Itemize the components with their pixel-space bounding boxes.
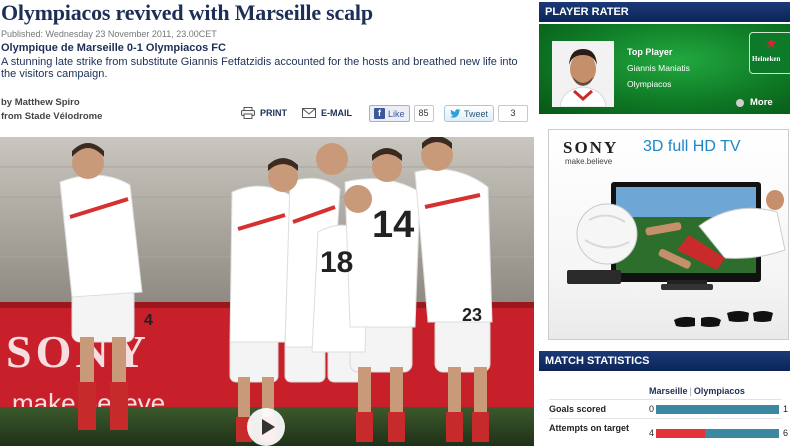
player-rater-panel[interactable]: Top Player Giannis Maniatis Olympiacos ★…	[539, 24, 790, 114]
twitter-bird-icon	[450, 109, 461, 118]
print-label: PRINT	[260, 108, 287, 118]
shirt-number: 4	[144, 312, 153, 329]
star-icon: ★	[765, 35, 778, 51]
stats-team-names: Marseille | Olympiacos	[649, 386, 745, 396]
match-statistics-panel: Marseille | Olympiacos Goals scored 0 1 At…	[539, 373, 790, 446]
email-label: E-MAIL	[321, 108, 352, 118]
facebook-like: f Like 85	[369, 105, 434, 122]
article-standfirst: A stunning late strike from substitute G…	[1, 56, 518, 80]
tweet-label: Tweet	[464, 108, 489, 119]
published-date: Published: Wednesday 23 November 2011, 2…	[1, 29, 217, 39]
stat-bar-away	[705, 429, 779, 438]
facebook-icon: f	[374, 108, 385, 119]
twitter-share: Tweet 3	[444, 105, 529, 122]
away-team-name: Olympiacos	[693, 386, 745, 396]
printer-icon	[241, 107, 255, 119]
home-team-name: Marseille	[649, 386, 688, 396]
stat-home-value: 0	[648, 404, 654, 414]
top-player-name: Giannis Maniatis	[627, 63, 690, 73]
heineken-logo: ★ Heineken	[749, 32, 790, 74]
sponsor-name: Heineken	[752, 55, 781, 63]
more-label: More	[750, 97, 773, 108]
match-video[interactable]: SONY make.believe	[0, 137, 534, 446]
email-button[interactable]: E-MAIL	[302, 104, 352, 122]
play-icon[interactable]	[247, 408, 285, 446]
stat-bar	[656, 429, 779, 438]
stat-away-value: 1	[783, 404, 789, 414]
top-player-label: Top Player	[627, 47, 673, 57]
stat-bar-away	[656, 405, 779, 414]
print-button[interactable]: PRINT	[241, 104, 287, 122]
shirt-number: 23	[462, 305, 482, 325]
video-thumbnail: SONY make.believe	[0, 137, 534, 446]
facebook-like-count: 85	[413, 105, 434, 122]
envelope-icon	[302, 108, 316, 118]
stat-label: Goals scored	[549, 404, 607, 414]
article-headline: Olympiacos revived with Marseille scalp	[1, 0, 373, 25]
stat-bar	[656, 405, 779, 414]
stat-label: Attempts on target	[549, 423, 630, 433]
facebook-like-button[interactable]: f Like	[369, 105, 410, 122]
player-photo	[552, 41, 614, 107]
match-result: Olympique de Marseille 0-1 Olympiacos FC	[1, 42, 226, 54]
byline-author: by Matthew Spiro	[1, 97, 80, 108]
match-statistics-header: MATCH STATISTICS	[539, 351, 790, 371]
byline-location: from Stade Vélodrome	[1, 111, 103, 122]
article: Olympiacos revived with Marseille scalp …	[0, 0, 534, 446]
shirt-number: 14	[372, 204, 414, 246]
tweet-button[interactable]: Tweet	[444, 105, 495, 122]
tv-illustration	[567, 182, 786, 327]
more-button[interactable]: More	[736, 97, 773, 108]
stat-away-value: 6	[783, 428, 789, 438]
stat-row-attempts: Attempts on target 4 6	[539, 423, 790, 443]
tweet-count: 3	[498, 105, 529, 122]
stat-bar-home	[656, 429, 706, 438]
shirt-number: 18	[320, 246, 353, 279]
top-player-team: Olympiacos	[627, 79, 672, 89]
bullet-icon	[736, 98, 744, 107]
byline: by Matthew Spiro from Stade Vélodrome	[1, 96, 102, 124]
top-player-info: Top Player Giannis Maniatis Olympiacos	[627, 44, 690, 92]
facebook-like-label: Like	[388, 108, 405, 119]
stat-home-value: 4	[648, 428, 654, 438]
sony-advert[interactable]: SONY make.believe 3D full HD TV	[548, 129, 789, 340]
player-rater-header: PLAYER RATER	[539, 2, 790, 22]
sidebar: PLAYER RATER Top Player Giannis Maniatis…	[539, 0, 790, 446]
stat-row-goals: Goals scored 0 1	[539, 404, 790, 424]
